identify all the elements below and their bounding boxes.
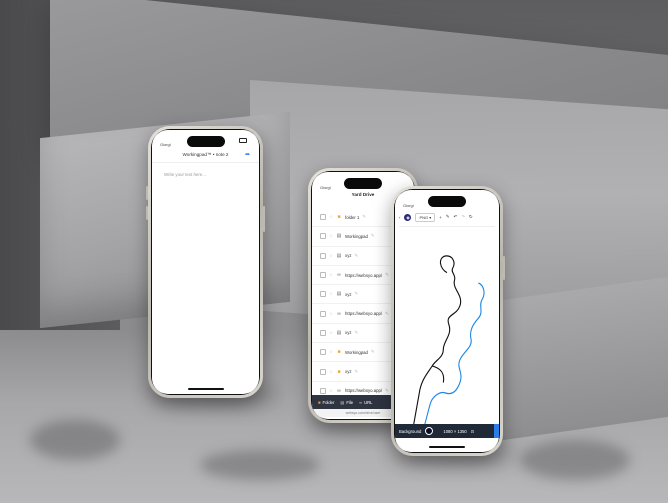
edit-icon[interactable]: ✎ (355, 253, 359, 259)
user-name: Giorgi (403, 203, 414, 208)
drawing-screen: Giorgi ‹ ◉ PNG ▾ + ✎ ↶ ↷ ↻ Background 10… (395, 190, 499, 452)
file-icon: ▤ (336, 252, 342, 259)
checkbox[interactable] (320, 272, 326, 279)
edit-icon[interactable]: ✎ (371, 349, 375, 355)
edit-icon[interactable]: ✎ (385, 388, 389, 394)
power-button (263, 206, 265, 232)
item-name: https://websyo.app/ (345, 272, 383, 278)
checkbox[interactable] (320, 349, 326, 356)
back-icon[interactable]: ‹ (399, 215, 400, 220)
side-tab[interactable] (494, 424, 499, 438)
checkbox[interactable] (320, 387, 326, 394)
checkbox[interactable] (320, 214, 326, 221)
drawing-bottom-bar: Background 1080 × 1350 ⊡ (395, 424, 499, 438)
checkbox[interactable] (320, 368, 326, 375)
black-stroke (432, 365, 445, 383)
background-color-swatch[interactable] (425, 427, 434, 435)
notes-screen: Giorgi Workingpad™ • note 2 ➦ Write your… (152, 130, 259, 394)
dynamic-island (344, 178, 382, 189)
undo-icon[interactable]: ↶ (454, 214, 458, 220)
link-icon: ∞ (359, 399, 363, 405)
checkbox[interactable] (320, 329, 326, 336)
floor-stain (520, 440, 630, 480)
floor-stain (30, 420, 120, 460)
brush-icon[interactable]: ✎ (446, 214, 450, 220)
checkbox[interactable] (320, 233, 326, 240)
item-name: https://websyo.app/ (345, 388, 383, 394)
drawing-strokes (413, 255, 485, 425)
new-file-button[interactable]: ▤ File (340, 400, 353, 405)
star-icon[interactable]: ☆ (329, 369, 333, 375)
note-title[interactable]: Workingpad™ • note 2 (152, 148, 259, 163)
note-text-input[interactable]: Write your text here... (164, 172, 206, 177)
format-select[interactable]: PNG ▾ (415, 212, 436, 222)
canvas-size[interactable]: 1080 × 1350 (443, 429, 466, 434)
user-name: Giorgi (160, 142, 171, 147)
edit-icon[interactable]: ✎ (362, 214, 366, 220)
star-icon[interactable]: ☆ (329, 388, 333, 394)
home-indicator (187, 388, 224, 390)
star-icon[interactable]: ☆ (329, 291, 333, 297)
power-button (503, 256, 505, 280)
floor-stain (200, 450, 320, 480)
checkbox[interactable] (320, 291, 326, 298)
user-name: Giorgi (320, 185, 331, 190)
star-icon[interactable]: ☆ (329, 253, 333, 259)
edit-icon[interactable]: ✎ (385, 311, 389, 317)
refresh-icon[interactable]: ↻ (469, 214, 473, 220)
link-icon: ∞ (337, 387, 341, 394)
folder-icon: ■ (337, 349, 341, 356)
star-icon[interactable]: ☆ (329, 330, 333, 336)
battery-icon (239, 137, 247, 143)
dynamic-island (186, 136, 225, 147)
item-name: https://websyo.app/ (345, 311, 383, 317)
share-icon[interactable]: ➦ (245, 152, 251, 158)
folder-icon: ■ (337, 214, 341, 221)
edit-icon[interactable]: ✎ (371, 233, 375, 239)
item-name: Workingpad (345, 233, 368, 239)
star-icon[interactable]: ☆ (329, 214, 333, 220)
edit-icon[interactable]: ✎ (355, 330, 359, 336)
star-icon[interactable]: ☆ (329, 349, 333, 355)
file-icon: ▤ (340, 399, 345, 405)
item-name: xyz (345, 253, 352, 259)
redo-icon[interactable]: ↷ (461, 214, 465, 220)
item-name: xyz (345, 369, 352, 375)
star-icon[interactable]: ☆ (329, 272, 333, 278)
blue-stroke (424, 282, 485, 425)
file-icon: ▤ (336, 291, 342, 298)
star-icon[interactable]: ☆ (329, 233, 333, 239)
new-url-button[interactable]: ∞ URL (359, 400, 372, 405)
folder-icon: ■ (318, 399, 321, 405)
add-icon[interactable]: + (439, 215, 442, 220)
edit-icon[interactable]: ✎ (355, 291, 359, 297)
volume-button (146, 206, 148, 220)
home-indicator (429, 446, 465, 448)
phone-notes: Giorgi Workingpad™ • note 2 ➦ Write your… (146, 126, 265, 398)
item-name: xyz (345, 291, 352, 297)
item-name: folder 1 (345, 214, 360, 220)
file-icon: ▤ (336, 329, 342, 336)
phone-drawing: Giorgi ‹ ◉ PNG ▾ + ✎ ↶ ↷ ↻ Background 10… (391, 186, 505, 456)
drawing-toolbar: ‹ ◉ PNG ▾ + ✎ ↶ ↷ ↻ (399, 211, 495, 223)
checkbox[interactable] (320, 310, 326, 317)
background-label[interactable]: Background (399, 429, 421, 434)
file-icon: ▤ (336, 233, 342, 240)
link-icon: ∞ (337, 272, 341, 279)
avatar[interactable]: ◉ (404, 213, 412, 221)
folder-icon: ■ (337, 368, 341, 375)
drawing-canvas[interactable] (399, 226, 495, 425)
new-folder-button[interactable]: ■ Folder (318, 400, 334, 405)
black-stroke (413, 255, 462, 425)
item-name: xyz (345, 330, 352, 336)
volume-button (146, 186, 148, 200)
link-icon: ∞ (337, 310, 341, 317)
crop-icon[interactable]: ⊡ (471, 429, 475, 434)
star-icon[interactable]: ☆ (329, 311, 333, 317)
edit-icon[interactable]: ✎ (355, 369, 359, 375)
checkbox[interactable] (320, 252, 326, 259)
item-name: Workingpad (345, 349, 368, 355)
edit-icon[interactable]: ✎ (385, 272, 389, 278)
dynamic-island (428, 196, 466, 207)
